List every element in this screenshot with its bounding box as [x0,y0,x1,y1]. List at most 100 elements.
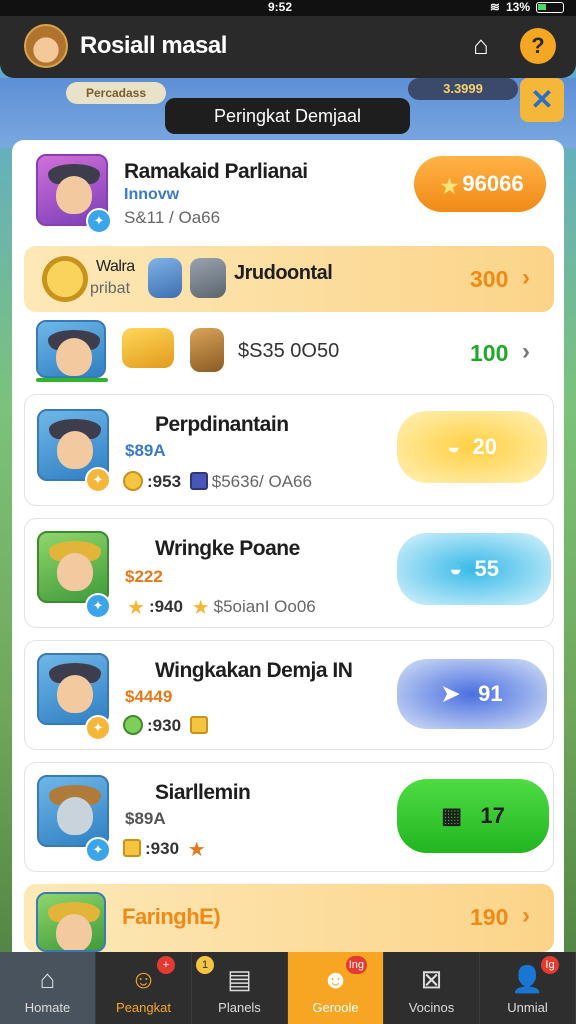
score-pill[interactable]: ➤ 91 [397,659,547,729]
panel-title: Peringkat Demjaal [165,98,410,134]
row-score: 100 [470,340,509,366]
player-meta: S&11 / Oa66 [124,208,221,227]
bowl-icon: ◒ [446,434,461,459]
stone-item-icon [190,258,226,298]
player-sub: $89A [125,809,166,828]
player-sub: $89A [125,441,166,460]
player-name: Ramakaid Parlianai [124,160,308,183]
score-pill[interactable]: ▦ 17 [397,779,549,853]
player-avatar-icon [36,320,106,378]
clipboard-icon: ▤ [227,964,252,994]
profile-icon: 👤 [511,964,544,994]
nav-map[interactable]: ⊠ Vocinos [384,952,480,1024]
player-sub: Innovw [124,186,180,203]
score-value: 20 [472,434,497,459]
home-button[interactable]: ⌂ [464,28,498,62]
scroll-item-icon [190,328,224,372]
coin-item-icon [42,256,88,302]
chevron-right-icon[interactable]: › [522,902,530,930]
player-name: Wingkakan Demja IN [155,659,353,682]
reward-score: 300 [470,266,509,292]
star-icon: ★ [127,597,145,619]
app-title: Rosiall masal [80,32,227,59]
rank-badge-icon: ✦ [85,593,111,619]
leaderboard-row-7[interactable]: ✦ Siarllemin $89A :930 ★ ▦ 17 [24,762,554,872]
coin-icon [123,471,143,491]
nav-home[interactable]: ⌂ Homate [0,952,96,1024]
leaderboard-row-2[interactable]: Walra pribat Jrudoontal 300 › [24,246,554,312]
nav-planels[interactable]: ▤ Planels 1 [192,952,288,1024]
knight-item-icon [148,258,182,298]
player-sub: $222 [125,567,163,586]
player-name: Perpdinantain [155,413,289,436]
nav-badge: 1 [196,956,214,974]
background-coins: 3.3999 [408,78,518,100]
player-name: FaringhE) [122,904,221,929]
star-icon: ★ [187,839,206,861]
nav-character[interactable]: ☻ Geroole Ing [288,952,384,1024]
chevron-right-icon[interactable]: › [522,264,530,292]
player-name: Siarllemin [155,781,251,804]
chevron-right-icon[interactable]: › [522,338,530,366]
rank-badge-icon: ✦ [85,715,111,741]
row-meta: $S35 0O50 [238,340,340,362]
player-meta: :930 [123,715,212,736]
nav-badge: + [157,956,175,974]
player-avatar[interactable] [24,24,68,68]
reward-name: Jrudoontal [234,262,333,284]
player-meta: :953 $5636/ OA66 [123,471,312,492]
home-icon: ⌂ [39,964,56,994]
score-value: 55 [474,556,499,581]
battery-icon [536,1,564,13]
nav-ranking[interactable]: ☺ Peangkat + [96,952,192,1024]
row-score: 190 [470,904,509,930]
bolt-icon: ➤ [441,681,460,706]
box-icon [189,472,208,490]
score-pill[interactable]: ★ 96066 [414,156,546,212]
map-icon: ⊠ [420,964,443,994]
player-meta: :930 ★ [123,837,210,862]
top-bar: Rosiall masal ⌂ ? [0,16,576,78]
reward-label-bottom: pribat [90,280,131,297]
bowl-icon: ◒ [448,556,463,581]
rank-badge-icon: ✦ [85,467,111,493]
player-meta: ★:940 ★ $5oianI Oo06 [127,597,316,619]
gift-icon: ▦ [441,803,462,828]
leaderboard-row-3[interactable]: $S35 0O50 100 › [24,318,554,386]
nav-profile[interactable]: 👤 Unmial Ig [480,952,576,1024]
status-bar: 9:52 ≋ 13% [0,0,576,16]
box-icon [123,839,141,857]
rank-badge-icon: ✦ [86,208,112,234]
nav-badge: Ig [541,956,559,974]
leaderboard-row-4[interactable]: ✦ Perpdinantain $89A :953 $5636/ OA66 ◒ … [24,394,554,506]
leaderboard-row-5[interactable]: ✦ Wringke Poane $222 ★:940 ★ $5oianI Oo06… [24,518,554,628]
player-sub: $4449 [125,687,173,706]
background-tag: Percadass [66,82,166,104]
status-right: ≋ 13% [490,0,564,14]
battery-label: 13% [505,0,530,14]
gold-pile-icon [122,328,174,368]
nav-badge: Ing [345,956,367,974]
leaderboard-row-1[interactable]: ✦ Ramakaid Parlianai Innovw S&11 / Oa66 … [24,146,554,238]
help-button[interactable]: ? [520,28,556,64]
player-avatar-icon [36,892,106,952]
score-value: 17 [480,803,505,828]
score-value: 91 [478,681,503,706]
reward-label-top: Walra [96,258,135,275]
leaderboard-row-6[interactable]: ✦ Wingkakan Demja IN $4449 :930 ➤ 91 [24,640,554,750]
status-time: 9:52 [268,0,293,14]
hero-icon: ☺ [130,964,157,994]
selection-underline [36,378,108,382]
player-name: Wringke Poane [155,537,300,560]
star-icon: ★ [440,176,459,198]
score-pill[interactable]: ◒ 20 [397,411,547,483]
wifi-icon: ≋ [489,0,500,14]
leaderboard-row-8[interactable]: FaringhE) 190 › [24,884,554,952]
coin-icon [123,715,143,735]
rank-badge-icon: ✦ [85,837,111,863]
score-pill[interactable]: ◒ 55 [397,533,551,605]
close-button[interactable]: ✕ [520,78,564,122]
score-value: 96066 [462,171,524,196]
star-icon: ★ [191,597,210,619]
box-icon [189,716,208,734]
